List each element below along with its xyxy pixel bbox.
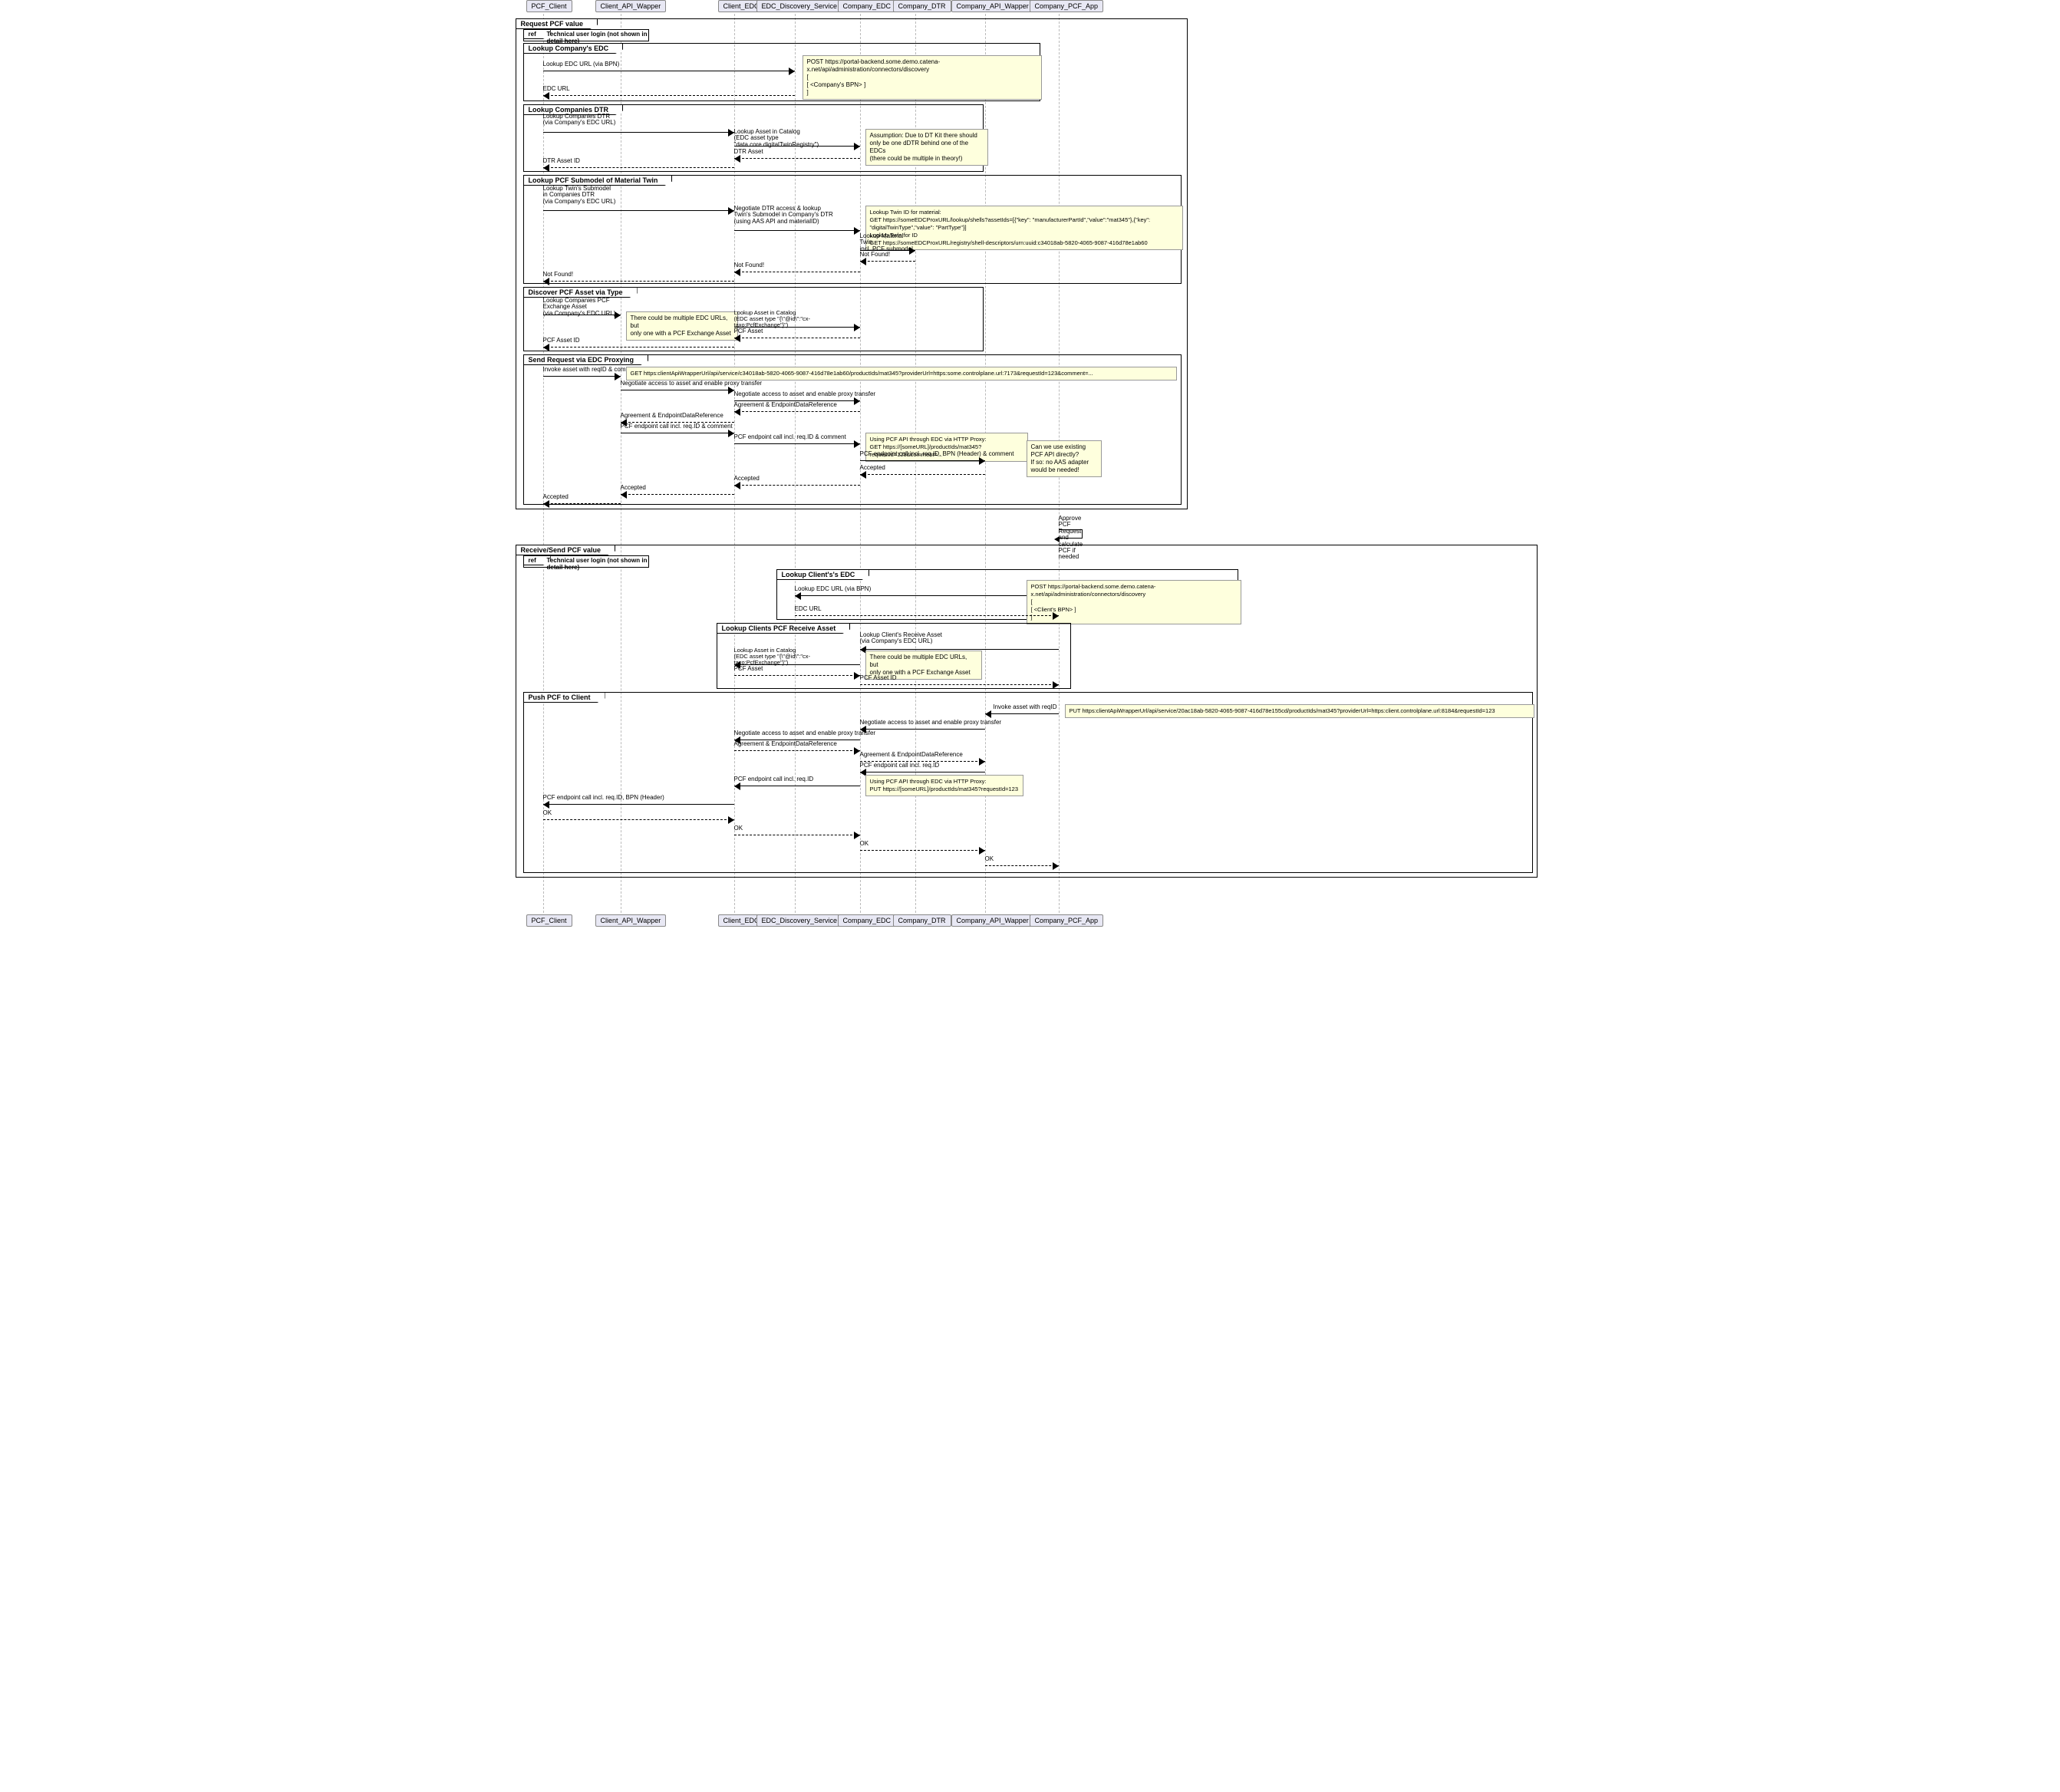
msg-invoke-asset: Invoke asset with reqID & comment — [543, 373, 621, 382]
msg-ok-4: OK — [985, 862, 1059, 871]
msg-pcf-call-2: PCF endpoint call incl. req.ID & comment — [734, 440, 860, 450]
frame-label: Lookup Clients PCF Receive Asset — [717, 623, 851, 634]
note-post-discovery-2: POST https://portal-backend.some.demo.ca… — [1027, 580, 1241, 624]
msg-accepted-4: Accepted — [543, 500, 621, 509]
msg-ok-2: OK — [734, 832, 860, 841]
msg-edc-url: EDC URL — [543, 92, 795, 101]
msg-pcf-asset-id-2: PCF Asset ID — [860, 681, 1059, 690]
frame-label: Lookup Client's's EDC — [776, 569, 870, 580]
msg-accepted-1: Accepted — [860, 471, 985, 480]
msg-negotiate-dtr: Negotiate DTR access & lookup Twin's Sub… — [734, 227, 860, 236]
participant-company-dtr: Company_DTR — [893, 0, 951, 12]
frame-label: Request PCF value — [516, 18, 598, 29]
frame-label: Discover PCF Asset via Type — [523, 287, 638, 298]
participant-edc-disc-b: EDC_Discovery_Service — [756, 914, 843, 927]
participant-company-edc-b: Company_EDC — [838, 914, 897, 927]
msg-pcf-asset-id: PCF Asset ID — [543, 344, 734, 353]
msg-agreement-3: Agreement & EndpointDataReference — [734, 747, 860, 756]
ref-login-2: ref Technical user login (not shown in d… — [523, 555, 649, 568]
frame-label: Receive/Send PCF value — [516, 545, 616, 555]
msg-agreement-1: Agreement & EndpointDataReference — [734, 408, 860, 417]
msg-lookup-dtr: Lookup Companies DTR (via Company's EDC … — [543, 129, 734, 138]
msg-approve: Approve PCF Request and calculate PCF if… — [1059, 516, 1083, 539]
participant-company-api: Company_API_Wapper — [951, 0, 1034, 12]
msg-negotiate-proxy-1: Negotiate access to asset and enable pro… — [621, 387, 734, 396]
msg-not-found-3: Not Found! — [543, 278, 734, 287]
sequence-diagram: PCF_Client Client_API_Wapper Client_EDC … — [513, 0, 1548, 927]
participant-edc-disc: EDC_Discovery_Service — [756, 0, 843, 12]
note-using-pcf-put: Using PCF API through EDC via HTTP Proxy… — [865, 775, 1023, 796]
participant-company-edc: Company_EDC — [838, 0, 897, 12]
msg-ok-1: OK — [543, 816, 734, 825]
ref-login-title: Technical user login (not shown in detai… — [547, 557, 648, 571]
note-put-wrapper: PUT https:clientApiWrapperUrl/api/servic… — [1065, 704, 1534, 718]
frame-label: Lookup Company's EDC — [523, 43, 624, 54]
msg-pcf-asset-2: PCF Asset — [734, 672, 860, 681]
participant-company-pcf-b: Company_PCF_App — [1030, 914, 1104, 927]
msg-dtr-asset-id: DTR Asset ID — [543, 164, 734, 173]
frame-label: Send Request via EDC Proxying — [523, 354, 649, 365]
msg-edc-url-2: EDC URL — [795, 612, 1059, 621]
participant-pcf-client: PCF_Client — [526, 0, 572, 12]
participant-company-api-b: Company_API_Wapper — [951, 914, 1034, 927]
participant-client-api-b: Client_API_Wapper — [595, 914, 667, 927]
msg-not-found-2: Not Found! — [734, 268, 860, 278]
msg-lookup-pcf-exchange: Lookup Companies PCF Exchange Asset (via… — [543, 311, 621, 321]
msg-negotiate-proxy-3: Negotiate access to asset and enable pro… — [860, 726, 985, 735]
msg-not-found-1: Not Found! — [860, 258, 915, 267]
msg-pcf-call-bpn-2: PCF endpoint call incl. req.ID, BPN (Hea… — [543, 801, 734, 810]
frame-label: Lookup PCF Submodel of Material Twin — [523, 175, 673, 186]
participant-client-api: Client_API_Wapper — [595, 0, 667, 12]
participant-company-dtr-b: Company_DTR — [893, 914, 951, 927]
msg-lookup-twin-submodel: Lookup Twin's Submodel in Companies DTR … — [543, 207, 734, 216]
participant-pcf-client-b: PCF_Client — [526, 914, 572, 927]
frame-label: Push PCF to Client — [523, 692, 605, 703]
note-multiple-edc: There could be multiple EDC URLs, but on… — [626, 311, 738, 341]
note-post-discovery: POST https://portal-backend.some.demo.ca… — [803, 55, 1042, 100]
ref-login: ref Technical user login (not shown in d… — [523, 29, 649, 41]
msg-pcf-call-id-2: PCF endpoint call incl. req.ID — [734, 782, 860, 792]
msg-pcf-call-1: PCF endpoint call incl. req.ID & comment — [621, 430, 734, 439]
note-assumption-dtr: Assumption: Due to DT Kit there should o… — [865, 129, 988, 166]
note-get-wrapper: GET https:clientApiWrapperUrl/api/servic… — [626, 367, 1177, 380]
msg-accepted-3: Accepted — [621, 491, 734, 500]
msg-dtr-asset: DTR Asset — [734, 155, 860, 164]
msg-accepted-2: Accepted — [734, 482, 860, 491]
note-can-use: Can we use existing PCF API directly? If… — [1027, 440, 1102, 477]
participant-company-pcf: Company_PCF_App — [1030, 0, 1104, 12]
msg-lookup-edc-url-2: Lookup EDC URL (via BPN) — [795, 592, 1059, 601]
msg-lookup-edc-url: Lookup EDC URL (via BPN) — [543, 68, 795, 77]
msg-pcf-asset: PCF Asset — [734, 334, 860, 344]
msg-ok-3: OK — [860, 847, 985, 856]
